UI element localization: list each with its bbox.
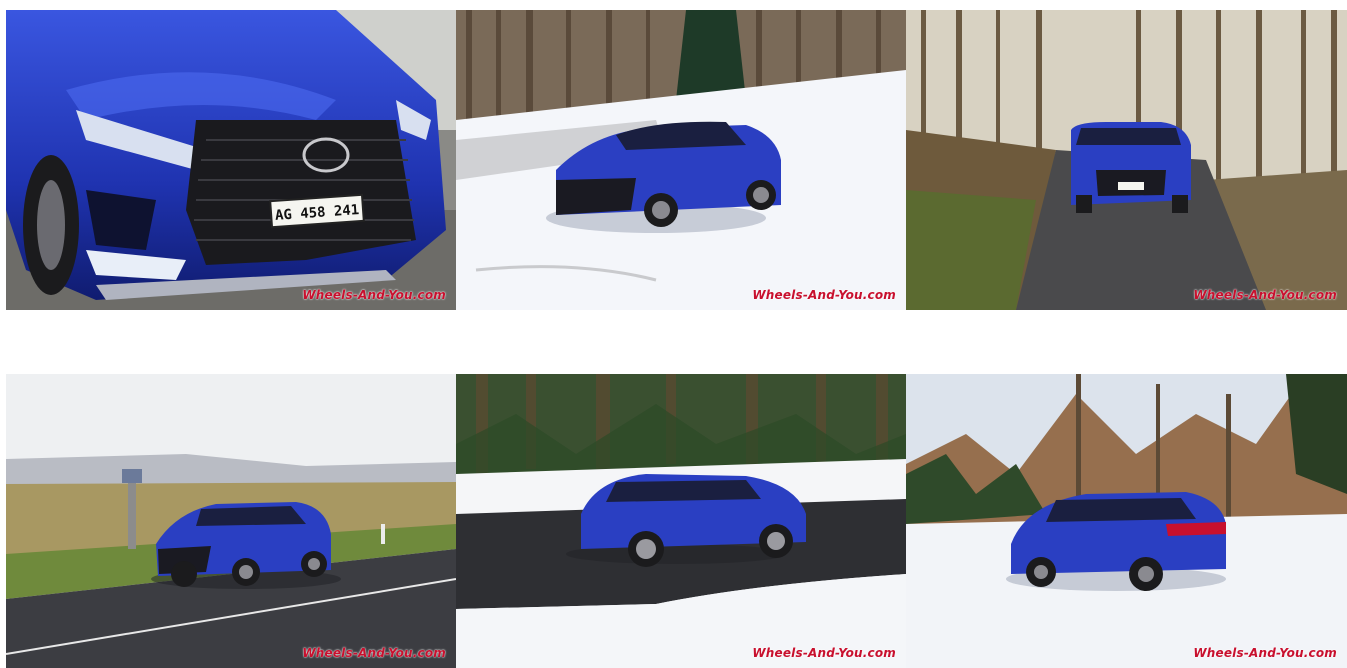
watermark: Wheels-And-You.com [1193, 646, 1337, 660]
photo-front-grille: AG 458 241 [6, 10, 456, 310]
gallery-photo-rear-snow[interactable]: Wheels-And-You.com [906, 374, 1347, 668]
watermark: Wheels-And-You.com [752, 646, 896, 660]
watermark: Wheels-And-You.com [302, 646, 446, 660]
gallery-photo-country-road[interactable]: Wheels-And-You.com [6, 374, 456, 668]
photo-forest-road [906, 10, 1347, 310]
gallery-photo-forest-road[interactable]: Wheels-And-You.com [906, 10, 1347, 310]
photo-snowy-curve [456, 374, 906, 668]
watermark: Wheels-And-You.com [302, 288, 446, 302]
photo-snowy-field [456, 10, 906, 310]
photo-country-road [6, 374, 456, 668]
gallery-photo-snowy-field[interactable]: Wheels-And-You.com [456, 10, 906, 310]
watermark: Wheels-And-You.com [752, 288, 896, 302]
photo-gallery: AG 458 241 Wheels-And-You.com Wheels-And… [0, 0, 1347, 668]
gallery-photo-front-grille[interactable]: AG 458 241 Wheels-And-You.com [6, 10, 456, 310]
photo-rear-snow [906, 374, 1347, 668]
watermark: Wheels-And-You.com [1193, 288, 1337, 302]
gallery-photo-snowy-curve[interactable]: Wheels-And-You.com [456, 374, 906, 668]
